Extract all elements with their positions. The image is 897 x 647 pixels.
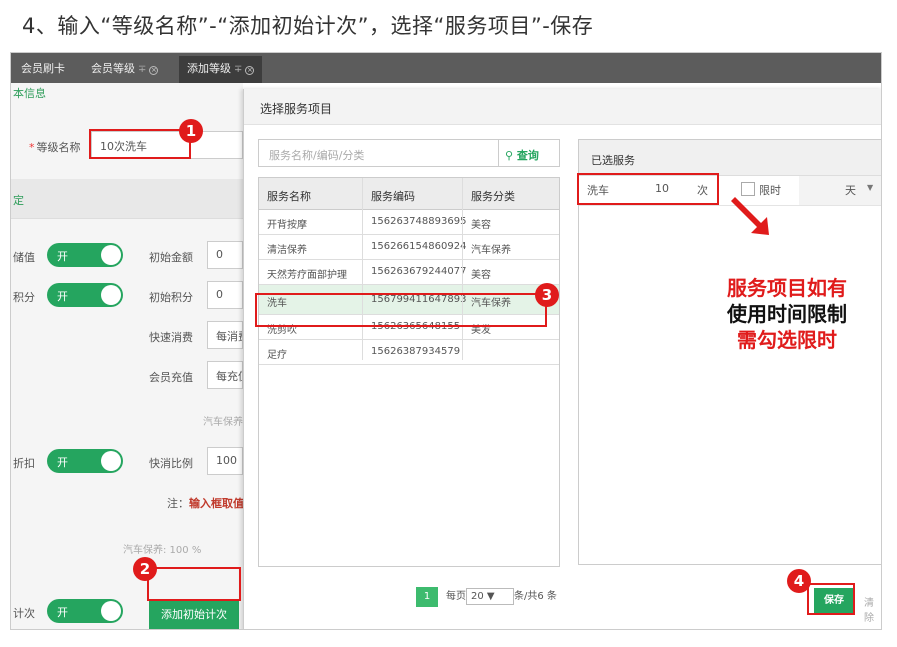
search-button[interactable]: ⚲ 查询 bbox=[498, 139, 560, 167]
close-icon[interactable]: × bbox=[245, 66, 255, 75]
highlight-car-wash-row bbox=[255, 293, 547, 327]
stored-value-label: 储值 bbox=[13, 251, 35, 264]
col-code: 服务编码 bbox=[371, 190, 415, 203]
modal-title: 选择服务项目 bbox=[260, 102, 333, 116]
step-badge-4: 4 bbox=[787, 569, 811, 593]
service-hint: 汽车保养 bbox=[203, 417, 243, 428]
select-service-modal: 选择服务项目 服务名称/编码/分类 ⚲ 查询 服务名称 服务编码 服务分类 开背… bbox=[243, 89, 881, 629]
search-icon: ⚲ bbox=[505, 149, 514, 162]
column-divider bbox=[462, 178, 463, 360]
page-number[interactable]: 1 bbox=[416, 587, 438, 607]
table-row[interactable]: 足疗 15626387934579 bbox=[259, 340, 559, 365]
selected-services-title: 已选服务 bbox=[591, 154, 635, 167]
period-unit-select[interactable]: 天 ▼ bbox=[799, 176, 881, 205]
initial-amount-input[interactable]: 0 bbox=[207, 241, 243, 269]
quick-ratio-input[interactable]: 100 bbox=[207, 447, 243, 475]
clear-button[interactable]: 清除 bbox=[864, 594, 881, 624]
discount-toggle[interactable]: 开 bbox=[47, 449, 123, 473]
level-name-label: * 等级名称 bbox=[29, 141, 81, 154]
pin-icon[interactable]: ∓ bbox=[234, 64, 242, 75]
section-settings-bar: 定 bbox=[11, 179, 243, 219]
input-note: 注：输入框取值 bbox=[167, 497, 244, 510]
table-header: 服务名称 服务编码 服务分类 bbox=[259, 178, 559, 210]
page-size-select[interactable]: 20 ▼ bbox=[466, 588, 514, 605]
modal-header: 选择服务项目 bbox=[244, 89, 881, 125]
chevron-down-icon: ▼ bbox=[486, 591, 495, 602]
quick-consume-input[interactable]: 每消费 bbox=[207, 321, 243, 349]
service-table: 服务名称 服务编码 服务分类 开背按摩 156263748893695 美容 清洁保… bbox=[258, 177, 560, 567]
count-label: 计次 bbox=[13, 607, 35, 620]
chevron-down-icon: ▼ bbox=[867, 183, 874, 192]
level-form: 本信息 * 等级名称 10次洗车 定 储值 开 初始金额 0 积分 开 初始积分 … bbox=[11, 83, 244, 629]
highlight-save bbox=[807, 583, 855, 615]
points-toggle[interactable]: 开 bbox=[47, 283, 123, 307]
tab-add-level[interactable]: 添加等级 ∓ × bbox=[179, 56, 263, 83]
pagination: 1 每页 20 ▼ 条/共6 条 bbox=[416, 587, 557, 607]
tab-member-card[interactable]: 会员刷卡 bbox=[21, 60, 65, 76]
pin-icon[interactable]: ∓ bbox=[138, 64, 146, 75]
add-initial-count-button[interactable]: 添加初始计次 bbox=[149, 601, 239, 629]
highlight-selected-service bbox=[577, 173, 719, 205]
arrow-icon bbox=[731, 197, 769, 235]
highlight-add-count bbox=[147, 567, 241, 601]
col-name: 服务名称 bbox=[267, 190, 311, 203]
stored-value-toggle[interactable]: 开 bbox=[47, 243, 123, 267]
col-category: 服务分类 bbox=[471, 190, 515, 203]
initial-points-label: 初始积分 bbox=[149, 291, 193, 304]
initial-points-input[interactable]: 0 bbox=[207, 281, 243, 309]
table-row[interactable]: 天然芳疗面部护理 156263679244077 美容 bbox=[259, 260, 559, 285]
member-recharge-input[interactable]: 每充值 bbox=[207, 361, 243, 389]
tab-bar: 会员刷卡 会员等级 ∓ × 添加等级 ∓ × bbox=[11, 53, 881, 83]
points-label: 积分 bbox=[13, 291, 35, 304]
step-badge-3: 3 bbox=[535, 283, 559, 307]
quick-consume-label: 快速消费 bbox=[149, 331, 193, 344]
step-badge-1: 1 bbox=[179, 119, 203, 143]
section-settings: 定 bbox=[13, 194, 24, 207]
selected-services-header: 已选服务 bbox=[579, 140, 881, 176]
step-badge-2: 2 bbox=[133, 557, 157, 581]
count-toggle[interactable]: 开 bbox=[47, 599, 123, 623]
tab-member-level[interactable]: 会员等级 ∓ × bbox=[91, 60, 159, 76]
app-screenshot: 会员刷卡 会员等级 ∓ × 添加等级 ∓ × 本信息 * 等级名称 10次洗车 定 储值 … bbox=[10, 52, 882, 630]
column-divider bbox=[362, 178, 363, 360]
close-icon[interactable]: × bbox=[149, 66, 159, 75]
table-row[interactable]: 清洁保养 156266154860924 汽车保养 bbox=[259, 235, 559, 260]
service-search-input[interactable]: 服务名称/编码/分类 bbox=[258, 139, 502, 167]
quick-ratio-label: 快消比例 bbox=[149, 457, 193, 470]
discount-label: 折扣 bbox=[13, 457, 35, 470]
table-row[interactable]: 开背按摩 156263748893695 美容 bbox=[259, 210, 559, 235]
time-limit-callout: 服务项目如有 使用时间限制 需勾选限时 bbox=[727, 276, 847, 352]
ratio-hint: 汽车保养: 100 % bbox=[123, 545, 202, 556]
member-recharge-label: 会员充值 bbox=[149, 371, 193, 384]
highlight-level-name bbox=[89, 129, 191, 159]
section-basic-info: 本信息 bbox=[13, 87, 46, 100]
initial-amount-label: 初始金额 bbox=[149, 251, 193, 264]
instruction-heading: 4、输入“等级名称”-“添加初始计次”，选择“服务项目”-保存 bbox=[22, 14, 594, 38]
